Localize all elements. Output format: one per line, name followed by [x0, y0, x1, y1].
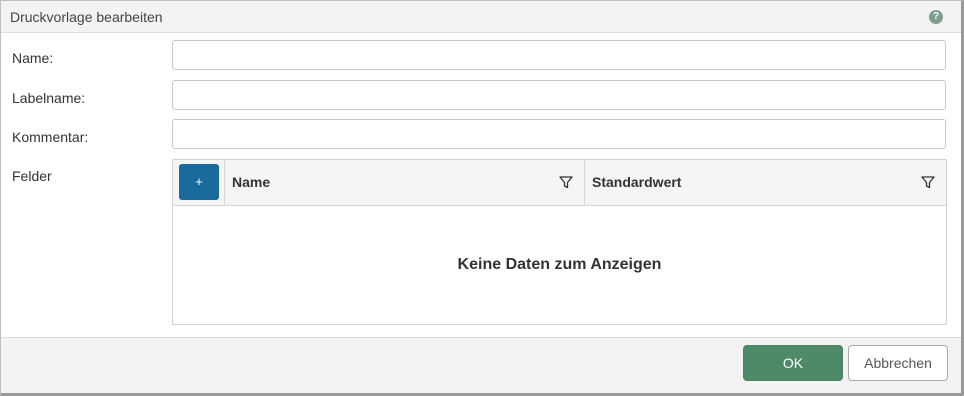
kommentar-input[interactable]: [172, 119, 946, 149]
dialog-titlebar: Druckvorlage bearbeiten ?: [1, 1, 961, 33]
cancel-button[interactable]: Abbrechen: [848, 345, 948, 381]
dialog-footer: OK Abbrechen: [1, 337, 961, 393]
grid-empty-message: Keine Daten zum Anzeigen: [457, 256, 662, 273]
dialog-title: Druckvorlage bearbeiten: [10, 9, 163, 25]
help-icon[interactable]: ?: [929, 10, 943, 24]
column-title-standardwert: Standardwert: [592, 174, 682, 190]
add-row-button[interactable]: +: [179, 164, 219, 200]
add-cell: +: [173, 160, 225, 205]
filter-icon[interactable]: [558, 174, 574, 190]
edit-print-template-dialog: Druckvorlage bearbeiten ? Name: Labelnam…: [0, 0, 964, 396]
felder-label: Felder: [12, 168, 52, 184]
column-header-name[interactable]: Name: [225, 160, 585, 205]
filter-icon[interactable]: [920, 174, 936, 190]
labelname-label: Labelname:: [12, 90, 86, 106]
ok-button[interactable]: OK: [743, 345, 843, 381]
labelname-input[interactable]: [172, 80, 946, 110]
column-header-standardwert[interactable]: Standardwert: [585, 160, 946, 205]
kommentar-label: Kommentar:: [12, 129, 89, 145]
name-input[interactable]: [172, 40, 946, 70]
name-label: Name:: [12, 50, 54, 66]
column-title-name: Name: [232, 174, 271, 190]
grid-header: + Name Standardwert: [173, 160, 946, 206]
fields-grid: + Name Standardwert Keine Daten zum Anze…: [172, 159, 947, 325]
